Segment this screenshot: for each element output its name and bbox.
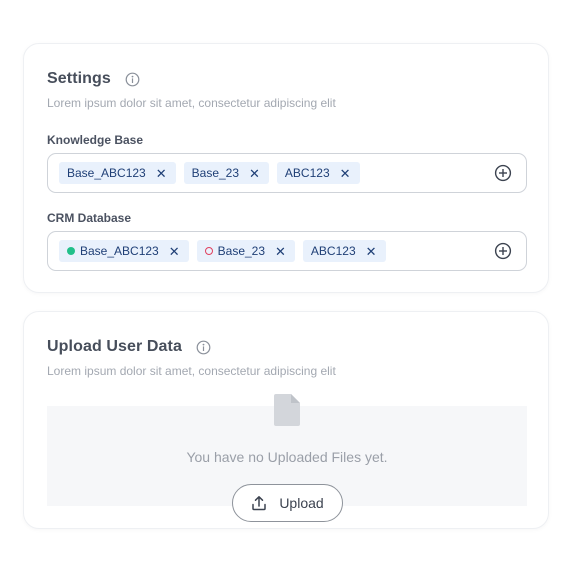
- knowledge-base-label: Knowledge Base: [47, 133, 144, 147]
- settings-card: Settings Lorem ipsum dolor sit amet, con…: [23, 43, 549, 293]
- chip-label: ABC123: [310, 244, 356, 258]
- chip-label: Base_23: [191, 166, 240, 180]
- upload-subtitle: Lorem ipsum dolor sit amet, consectetur …: [47, 364, 336, 378]
- status-dot-active: [67, 247, 75, 255]
- chip[interactable]: Base_ABC123 ✕: [59, 240, 189, 262]
- chip-label: ABC123: [284, 166, 330, 180]
- settings-subtitle: Lorem ipsum dolor sit amet, consectetur …: [47, 96, 336, 110]
- chip-label: Base_23: [217, 244, 266, 258]
- chip[interactable]: Base_23 ✕: [196, 240, 295, 262]
- chip[interactable]: ABC123 ✕: [276, 162, 360, 184]
- close-icon[interactable]: ✕: [366, 245, 377, 258]
- upload-button[interactable]: Upload: [232, 484, 343, 522]
- close-icon[interactable]: ✕: [249, 167, 260, 180]
- chip-label: Base_ABC123: [67, 166, 146, 180]
- upload-header: Upload User Data: [47, 338, 211, 356]
- file-icon: [274, 394, 300, 426]
- crm-database-field[interactable]: Base_ABC123 ✕ Base_23 ✕ ABC123 ✕: [47, 231, 527, 271]
- upload-icon: [252, 496, 267, 511]
- upload-card: Upload User Data Lorem ipsum dolor sit a…: [23, 311, 549, 529]
- close-icon[interactable]: ✕: [275, 245, 286, 258]
- close-icon[interactable]: ✕: [156, 167, 167, 180]
- upload-title: Upload User Data: [47, 338, 182, 355]
- empty-state-text: You have no Uploaded Files yet.: [186, 449, 388, 465]
- chip[interactable]: Base_23 ✕: [183, 162, 269, 184]
- chip[interactable]: ABC123 ✕: [302, 240, 386, 262]
- knowledge-base-chips: Base_ABC123 ✕ Base_23 ✕ ABC123 ✕: [59, 162, 360, 184]
- crm-database-label: CRM Database: [47, 211, 132, 225]
- settings-title: Settings: [47, 70, 111, 87]
- status-dot-inactive: [204, 247, 213, 255]
- plus-circle-icon[interactable]: [494, 242, 512, 260]
- info-icon[interactable]: [196, 340, 211, 355]
- close-icon[interactable]: ✕: [169, 245, 180, 258]
- chip-label: Base_ABC123: [80, 244, 159, 258]
- settings-header: Settings: [47, 70, 140, 88]
- close-icon[interactable]: ✕: [340, 167, 351, 180]
- knowledge-base-field[interactable]: Base_ABC123 ✕ Base_23 ✕ ABC123 ✕: [47, 153, 527, 193]
- crm-database-chips: Base_ABC123 ✕ Base_23 ✕ ABC123 ✕: [59, 240, 386, 262]
- chip[interactable]: Base_ABC123 ✕: [59, 162, 176, 184]
- info-icon[interactable]: [125, 72, 140, 87]
- plus-circle-icon[interactable]: [494, 164, 512, 182]
- upload-button-label: Upload: [279, 495, 324, 511]
